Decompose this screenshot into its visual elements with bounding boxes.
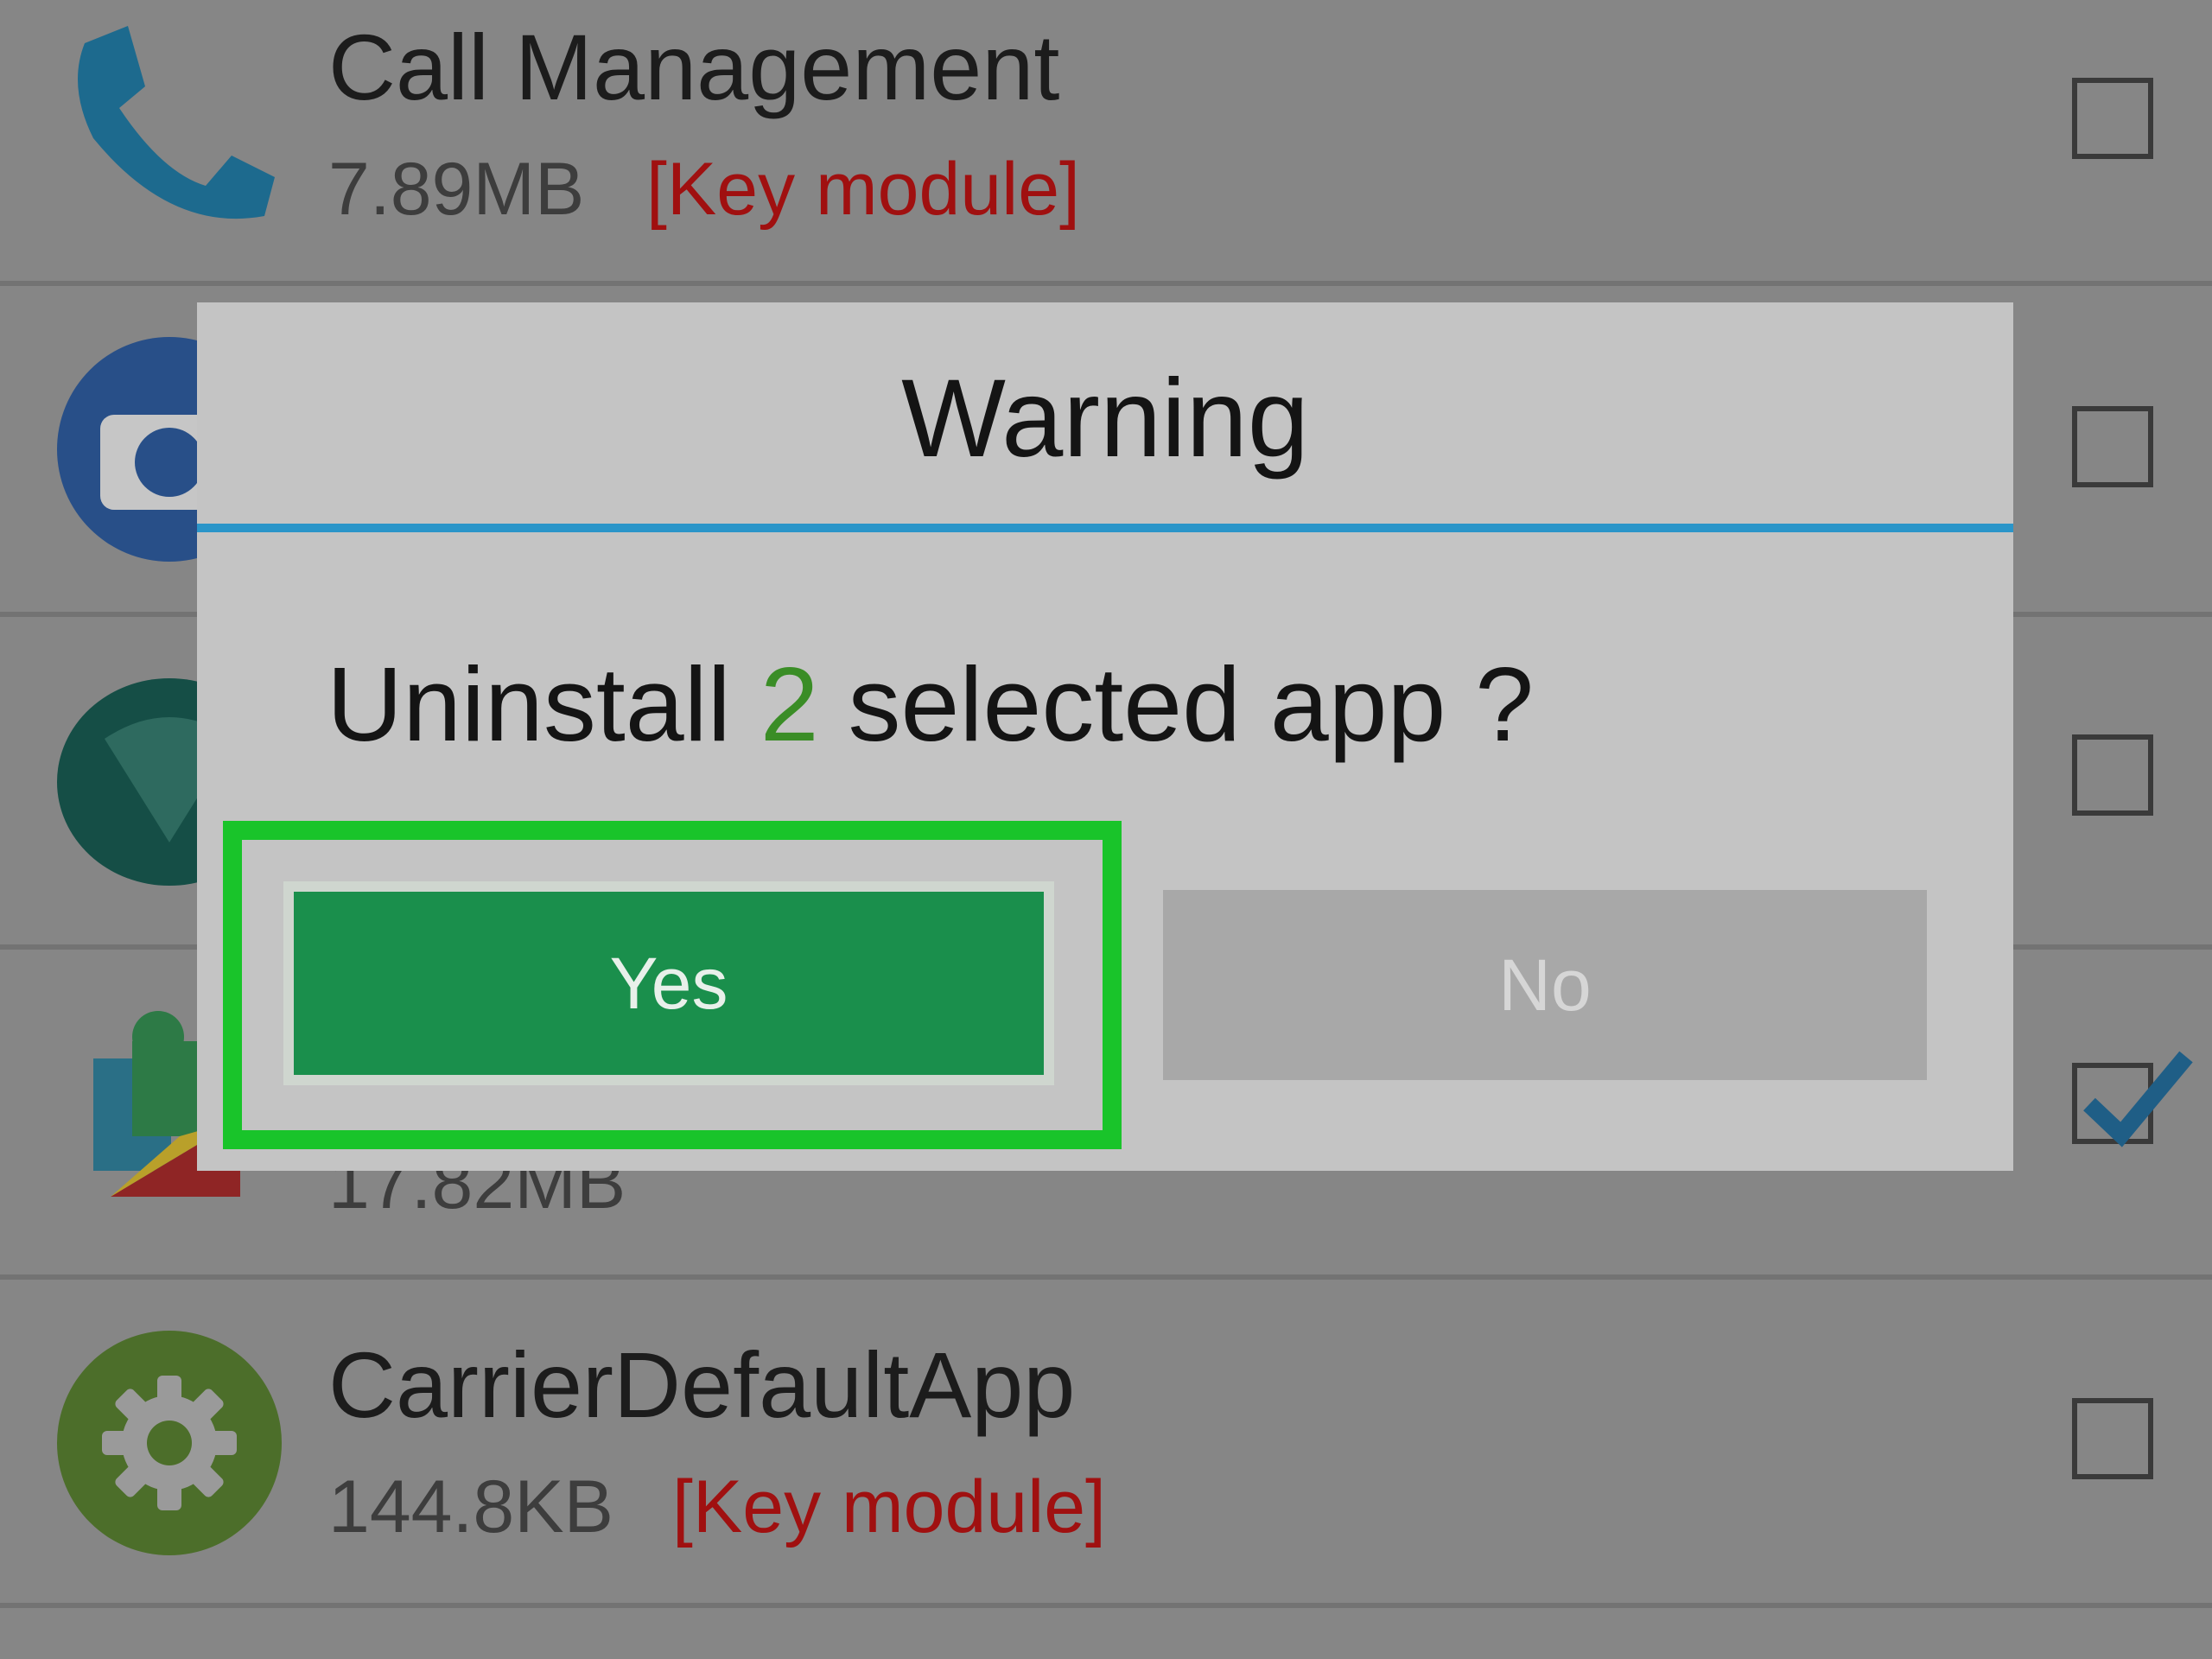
- dialog-title-divider: [197, 524, 2013, 532]
- dialog-title: Warning: [901, 357, 1309, 480]
- app-checkbox[interactable]: [2072, 1398, 2153, 1479]
- key-module-tag: [Key module]: [672, 1465, 1106, 1548]
- yes-button[interactable]: Yes: [283, 881, 1054, 1085]
- message-prefix: Uninstall: [327, 645, 760, 763]
- app-name: Call Management: [328, 15, 1060, 119]
- divider: [0, 1603, 2212, 1608]
- gear-icon: [57, 1331, 282, 1560]
- app-size: 7.89MB: [328, 148, 585, 231]
- divider: [0, 281, 2212, 286]
- dialog-message: Uninstall 2 selected app ?: [327, 644, 1534, 765]
- phone-icon: [67, 26, 275, 229]
- app-checkbox[interactable]: [2072, 734, 2153, 816]
- checkmark-icon: [2082, 1044, 2195, 1152]
- app-name: CarrierDefaultApp: [328, 1332, 1076, 1437]
- app-size: 144.8KB: [328, 1465, 613, 1548]
- app-checkbox[interactable]: [2072, 78, 2153, 159]
- no-button-label: No: [1498, 944, 1592, 1026]
- key-module-tag: [Key module]: [646, 148, 1080, 231]
- app-checkbox[interactable]: [2072, 406, 2153, 487]
- no-button[interactable]: No: [1163, 890, 1927, 1080]
- message-suffix: selected app ?: [818, 645, 1535, 763]
- warning-dialog: Warning Uninstall 2 selected app ? Yes N…: [197, 302, 2013, 1171]
- divider: [0, 1274, 2212, 1280]
- app-checkbox-checked[interactable]: [2072, 1051, 2193, 1147]
- selected-count: 2: [760, 645, 819, 763]
- yes-button-label: Yes: [609, 942, 728, 1024]
